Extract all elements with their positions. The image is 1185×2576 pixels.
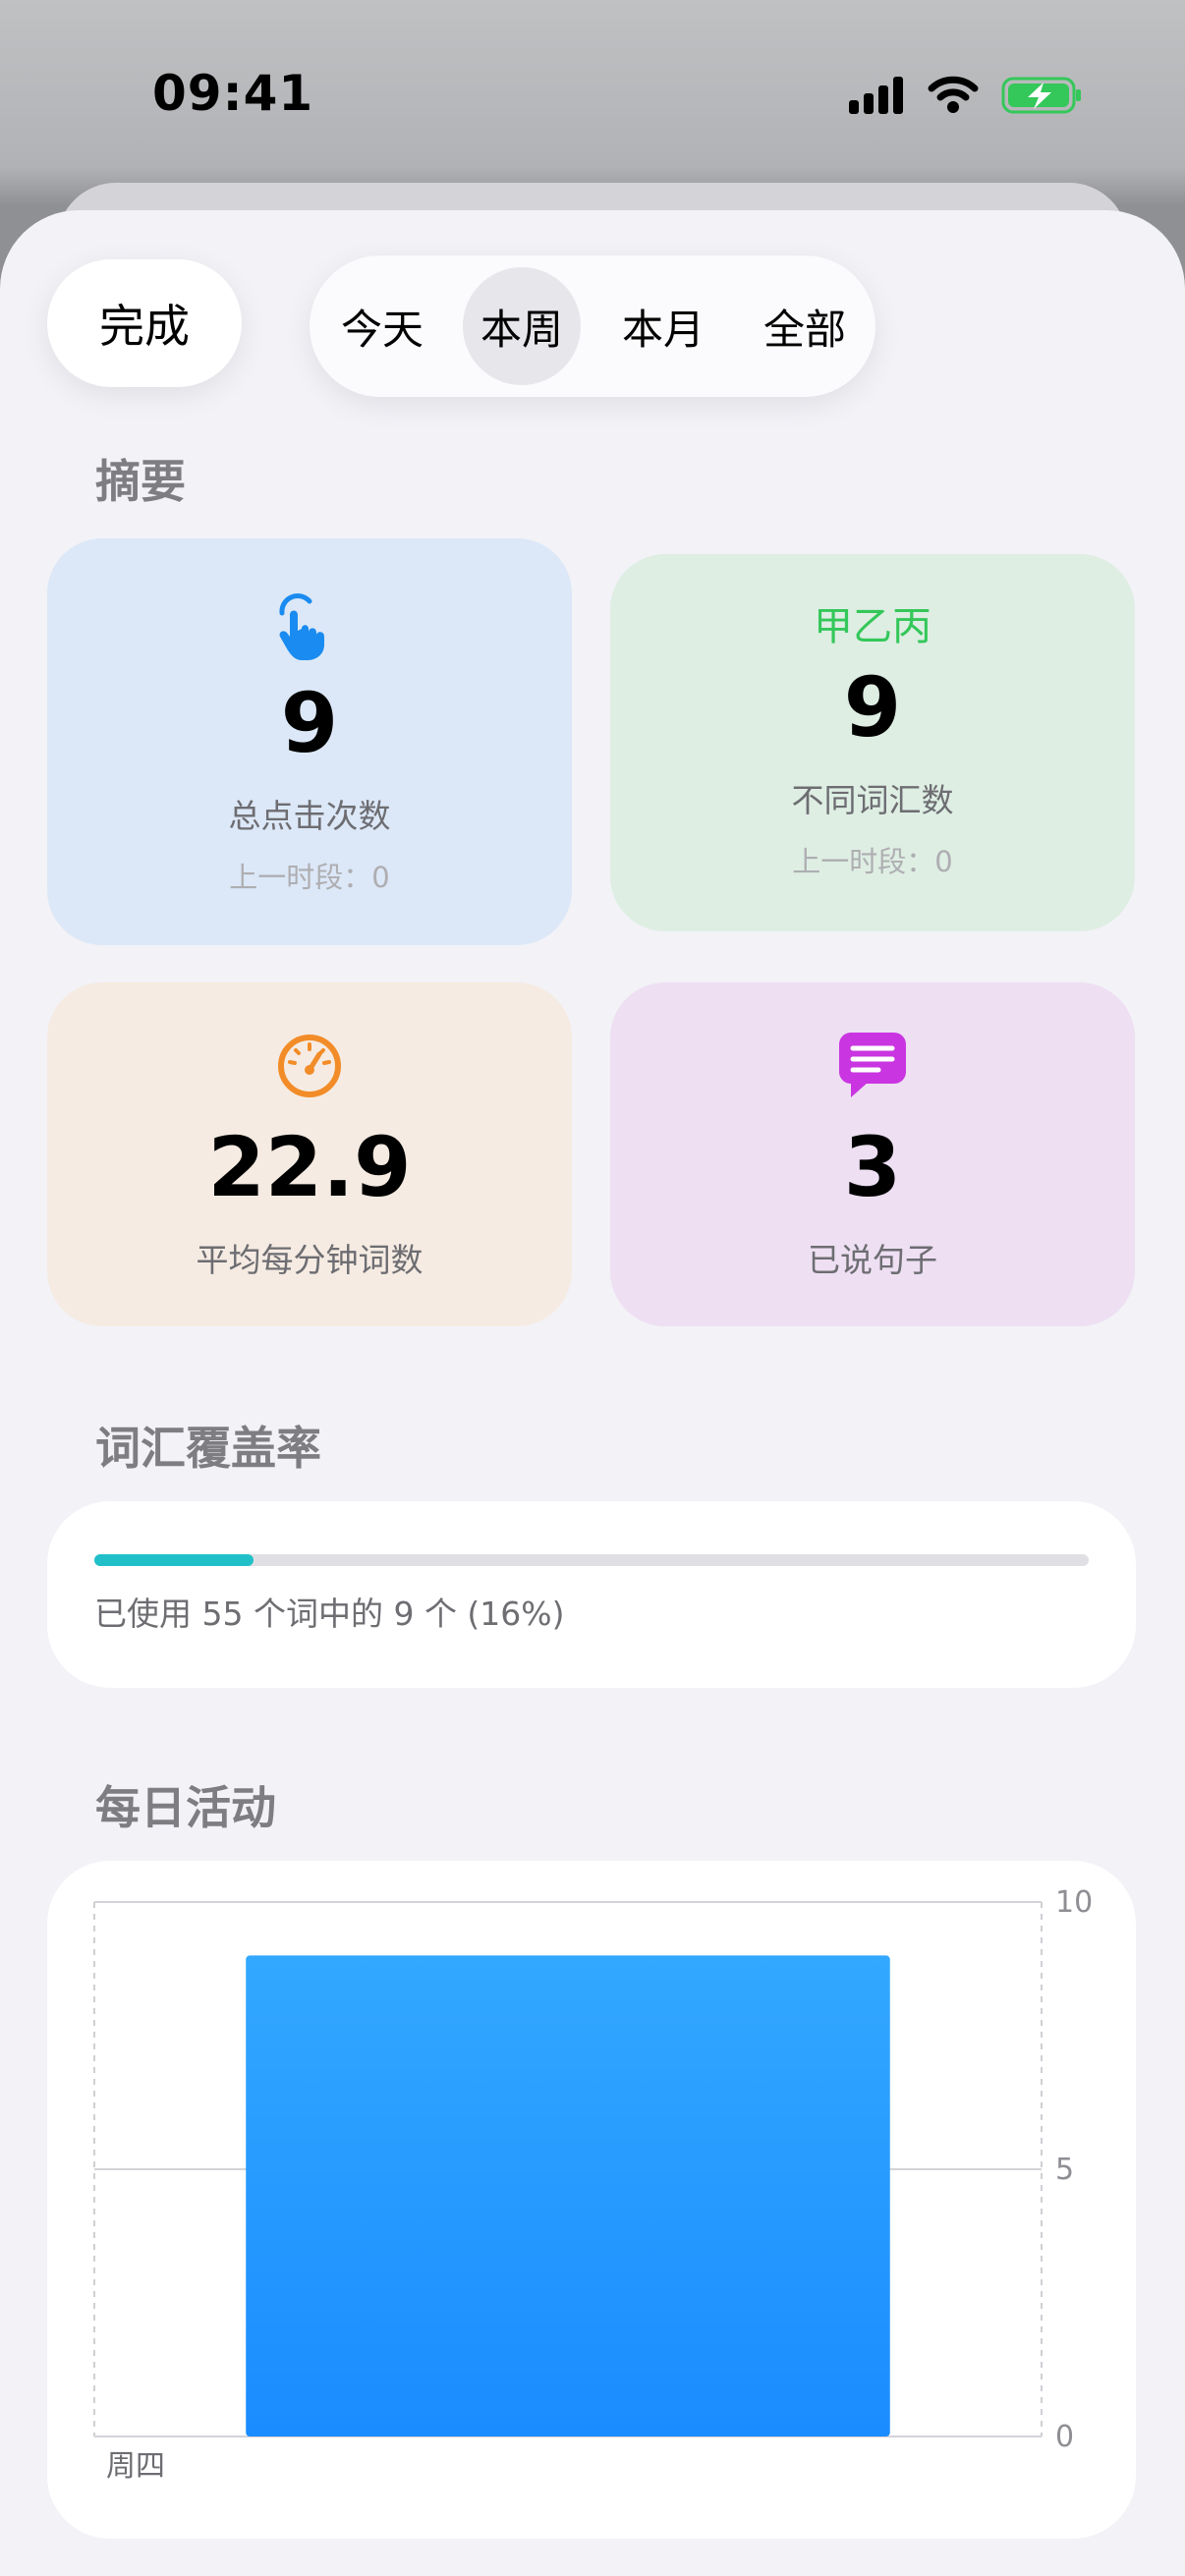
done-button[interactable]: 完成 (47, 259, 242, 387)
wifi-icon (928, 76, 979, 113)
period-segmented-control: 今天 本周 本月 全部 (310, 255, 875, 397)
hand-tap-icon (272, 586, 347, 664)
activity-bar (246, 1955, 890, 2436)
y-tick-label: 5 (1055, 2153, 1074, 2187)
total-taps-value: 9 (280, 675, 339, 771)
coverage-text: 已使用 55 个词中的 9 个 (16%) (94, 1595, 565, 1633)
coverage-progress-track (94, 1554, 1089, 1566)
distinct-words-previous: 上一时段：0 (792, 845, 953, 878)
status-icons (849, 76, 1081, 114)
speedometer-icon (276, 1032, 343, 1100)
x-category-label: 周四 (106, 2449, 165, 2484)
sentences-spoken-value: 3 (843, 1119, 902, 1215)
cellular-signal-icon (849, 77, 903, 114)
speech-bubble-icon (837, 1032, 908, 1100)
battery-charging-icon (1001, 77, 1081, 114)
distinct-words-symbol: 甲乙丙 (814, 604, 931, 649)
distinct-words-card: 甲乙丙 9 不同词汇数 上一时段：0 (610, 554, 1135, 931)
summary-title: 摘要 (95, 455, 186, 508)
distinct-words-value: 9 (843, 659, 902, 756)
segment-today[interactable]: 今天 (323, 267, 441, 385)
words-per-minute-label: 平均每分钟词数 (196, 1241, 423, 1279)
segment-all[interactable]: 全部 (746, 267, 864, 385)
total-taps-previous: 上一时段：0 (229, 861, 390, 894)
daily-activity-chart: 0 5 10 周四 (93, 1885, 1093, 2484)
segment-this-week[interactable]: 本周 (463, 267, 581, 385)
sentences-spoken-card: 3 已说句子 (610, 982, 1135, 1326)
words-per-minute-card: 22.9 平均每分钟词数 (47, 982, 572, 1326)
words-per-minute-value: 22.9 (207, 1119, 412, 1215)
status-time: 09:41 (152, 65, 314, 122)
stats-sheet: 完成 今天 本周 本月 全部 摘要 9 总点击次数 上一时段：0 甲乙丙 9 不… (0, 210, 1185, 2576)
total-taps-card: 9 总点击次数 上一时段：0 (47, 538, 572, 945)
daily-activity-title: 每日活动 (95, 1781, 276, 1834)
y-tick-label: 0 (1055, 2420, 1074, 2454)
daily-activity-panel: 0 5 10 周四 (47, 1861, 1136, 2539)
coverage-panel: 已使用 55 个词中的 9 个 (16%) (47, 1501, 1136, 1688)
sentences-spoken-label: 已说句子 (808, 1241, 937, 1279)
coverage-title: 词汇覆盖率 (95, 1422, 321, 1475)
distinct-words-label: 不同词汇数 (791, 781, 954, 819)
segment-this-month[interactable]: 本月 (604, 267, 722, 385)
y-tick-label: 10 (1055, 1885, 1093, 1920)
total-taps-label: 总点击次数 (228, 797, 391, 835)
coverage-progress-fill (94, 1554, 254, 1566)
